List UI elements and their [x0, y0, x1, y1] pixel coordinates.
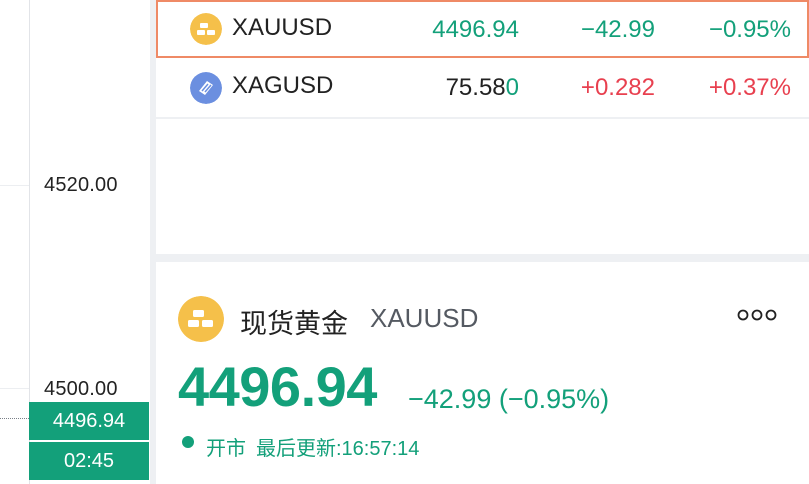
watchlist: XAUUSD 4496.94 −42.99 −0.95% XAGUSD 75.5…	[156, 0, 809, 256]
watchlist-symbol: XAGUSD	[232, 72, 334, 99]
instrument-name: 现货黄金	[240, 309, 348, 339]
watchlist-price: 75.580	[445, 74, 519, 101]
countdown-tag: 02:45	[29, 442, 149, 480]
watchlist-row-xauusd[interactable]: XAUUSD 4496.94 −42.99 −0.95%	[156, 0, 809, 58]
last-updated: 最后更新:16:57:14	[256, 438, 420, 460]
axis-gridline	[0, 388, 29, 389]
section-divider	[156, 254, 809, 262]
silver-bar-icon	[190, 72, 222, 104]
gold-bar-icon	[178, 296, 224, 342]
watchlist-percent: +0.37%	[708, 74, 791, 101]
watchlist-change: +0.282	[580, 74, 655, 101]
watchlist-change: −42.99	[580, 16, 655, 43]
market-status: 开市	[206, 438, 246, 460]
instrument-symbol: XAUUSD	[370, 303, 479, 333]
watchlist-price: 4496.94	[432, 16, 519, 43]
market-status-dot	[182, 436, 194, 448]
watchlist-symbol: XAUUSD	[232, 14, 333, 41]
instrument-detail: 现货黄金 XAUUSD 4496.94 −42.99 (−0.95%) 开市 最…	[156, 262, 809, 484]
axis-label: 4500.00	[44, 378, 118, 400]
price-change: −42.99 (−0.95%)	[408, 384, 610, 414]
watchlist-percent: −0.95%	[708, 16, 791, 43]
current-price: 4496.94	[178, 355, 377, 418]
axis-gridline	[0, 185, 29, 186]
current-price-line	[0, 418, 29, 419]
axis-label: 4520.00	[44, 174, 118, 196]
more-options-icon[interactable]	[737, 308, 777, 322]
current-price-tag: 4496.94	[29, 402, 149, 440]
watchlist-row-xagusd[interactable]: XAGUSD 75.580 +0.282 +0.37%	[156, 59, 809, 117]
price-axis: 4520.00 4500.00 4496.94 02:45	[0, 0, 150, 484]
gold-bar-icon	[190, 13, 222, 45]
row-divider	[156, 117, 809, 119]
